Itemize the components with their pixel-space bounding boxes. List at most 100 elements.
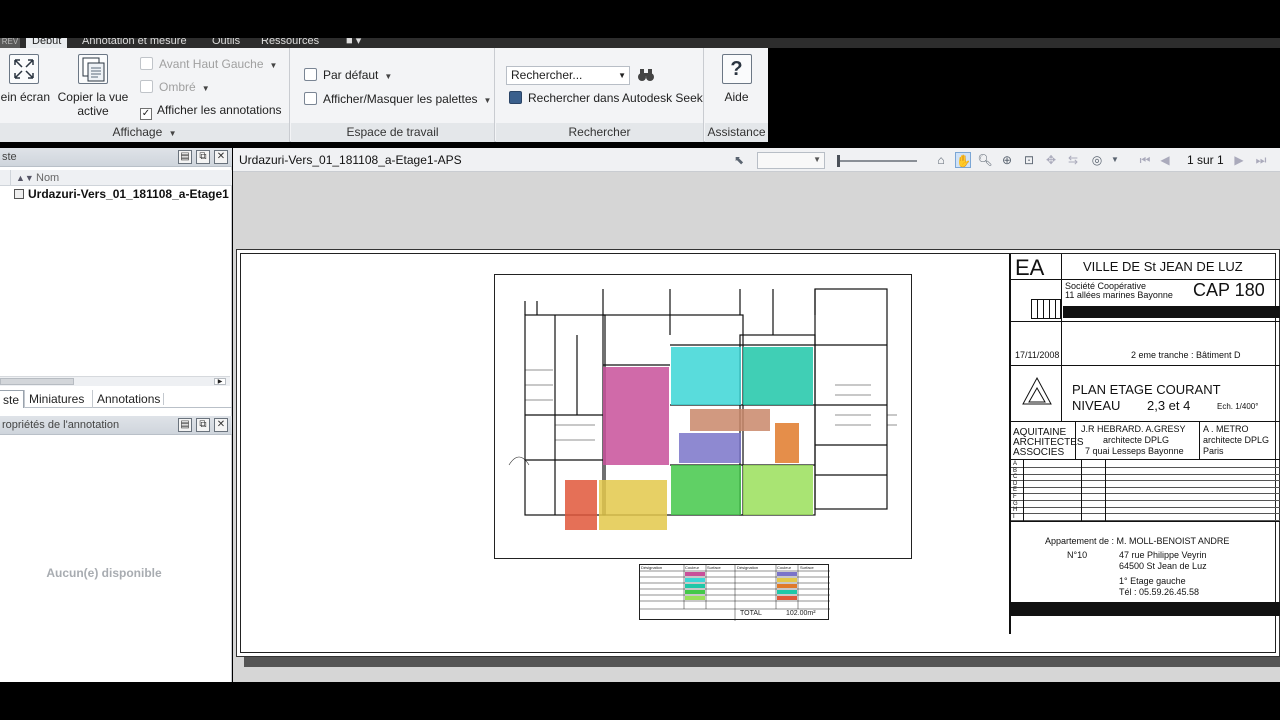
- tab-annotations[interactable]: Annotations: [92, 390, 164, 408]
- panel-float-icon[interactable]: ⧉: [196, 150, 210, 164]
- legend-h6: Surface: [800, 565, 814, 570]
- tab-ressources[interactable]: Ressources: [261, 38, 319, 48]
- appartement-text: Appartement de : M. MOLL-BENOIST ANDRE: [1045, 536, 1230, 546]
- hebrard-line1: J.R HEBRARD. A.GRESY: [1081, 424, 1186, 434]
- cap-text: CAP 180: [1193, 280, 1265, 300]
- floor-plan-drawing: [508, 288, 897, 530]
- afficher-masquer-label: Afficher/Masquer les palettes: [323, 92, 478, 106]
- legend-h2: Couleur: [685, 565, 700, 570]
- tab-liste[interactable]: ste: [0, 390, 25, 408]
- afficher-masquer-palettes-dropdown[interactable]: Afficher/Masquer les palettes ▼: [304, 90, 491, 108]
- afficher-annotations-label: Afficher les annotations: [157, 103, 282, 117]
- tab-debut[interactable]: Début: [26, 38, 68, 48]
- copier-label-2: active: [77, 104, 109, 118]
- quick-access-dropdown-icon[interactable]: ■ ▾: [346, 38, 361, 48]
- niveau-value: 2,3 et 4: [1147, 398, 1191, 413]
- room-ch3: [671, 465, 741, 515]
- hebrard-line2: architecte DPLG: [1103, 435, 1170, 445]
- adresse-line1: 47 rue Philippe Veyrin: [1119, 550, 1207, 560]
- panel-float-icon[interactable]: ⧉: [196, 418, 210, 432]
- slider-knob[interactable]: [837, 155, 840, 167]
- metro-line2: architecte DPLG: [1203, 435, 1270, 445]
- room-ch2: [743, 347, 813, 405]
- room-ch1: [671, 347, 741, 405]
- plan-text: PLAN ETAGE COURANT: [1072, 382, 1221, 397]
- next-page-icon[interactable]: ▶: [1231, 152, 1247, 168]
- sort-icon[interactable]: ▲▼: [16, 170, 34, 186]
- afficher-annotations-checkbox[interactable]: ✓ Afficher les annotations: [140, 101, 282, 120]
- ombre-dropdown[interactable]: Ombré ▼: [140, 78, 210, 96]
- adresse-line2: 64500 St Jean de Luz: [1119, 561, 1207, 571]
- legend-h3: Surface: [707, 565, 721, 570]
- panel-options-icon[interactable]: ▤: [178, 418, 192, 432]
- legend-h5: Couleur: [777, 565, 792, 570]
- previous-page-icon[interactable]: ◀: [1157, 152, 1173, 168]
- sheet-icon: [14, 189, 24, 199]
- app-window: REV Début Annotation et mesure Outils Re…: [0, 0, 1280, 720]
- zoom-combo[interactable]: ▼: [757, 152, 825, 169]
- annotation-properties-header: ropriétés de l'annotation ▤ ⧉ ✕: [0, 416, 232, 435]
- workspace-icon: [304, 68, 317, 81]
- date-text: 17/11/2008: [1015, 350, 1060, 360]
- zoom-icon[interactable]: 🔍︎: [977, 152, 993, 168]
- left-panel: ste ▤ ⧉ ✕: [0, 148, 232, 682]
- application-menu-button[interactable]: REV: [0, 38, 20, 48]
- binoculars-icon[interactable]: [637, 67, 655, 83]
- rechercher-combo-value: Rechercher...: [511, 68, 583, 82]
- palettes-icon: [304, 92, 317, 105]
- zoom-slider[interactable]: [837, 155, 917, 167]
- tel-text: Tél : 05.59.26.45.58: [1119, 587, 1200, 597]
- steering-wheel-icon[interactable]: ◎: [1089, 152, 1105, 168]
- ea-logo-text: EA: [1015, 255, 1045, 280]
- copier-vue-active-button[interactable]: Copier la vue active: [56, 54, 130, 118]
- last-page-icon[interactable]: ⏭: [1253, 152, 1269, 168]
- chevron-down-icon[interactable]: ▼: [1107, 152, 1123, 168]
- first-page-icon[interactable]: ⏮: [1137, 152, 1153, 168]
- echelle-text: Ech. 1/400°: [1217, 402, 1259, 411]
- home-icon[interactable]: ⌂: [933, 152, 949, 168]
- par-defaut-dropdown[interactable]: Par défaut ▼: [304, 66, 392, 84]
- tab-annotation-mesure[interactable]: Annotation et mesure: [82, 38, 187, 48]
- walk-icon[interactable]: ⇆: [1065, 152, 1081, 168]
- architect-logo-icon: [1022, 376, 1052, 405]
- rechercher-seek-button[interactable]: Rechercher dans Autodesk Seek: [509, 89, 703, 107]
- scroll-right-icon[interactable]: ▶: [214, 378, 226, 385]
- tab-miniatures[interactable]: Miniatures: [24, 390, 88, 408]
- close-icon[interactable]: ✕: [214, 150, 228, 164]
- group-title-affichage[interactable]: Affichage ▼: [0, 123, 289, 142]
- tree-item-sheet[interactable]: Urdazuri-Vers_01_181108_a-Etage1: [0, 186, 229, 202]
- room-cuisine: [599, 480, 667, 530]
- drawing-canvas[interactable]: Désignation Couleur Surface Désignation …: [233, 172, 1280, 682]
- fullscreen-icon: [9, 54, 39, 84]
- view-cube-icon: [140, 57, 153, 70]
- par-defaut-label: Par défaut: [323, 68, 379, 82]
- fit-window-icon[interactable]: ⊡: [1021, 152, 1037, 168]
- empty-properties-text: Aucun(e) disponible: [46, 566, 162, 580]
- horizontal-scrollbar[interactable]: ▶: [0, 376, 230, 386]
- annotation-properties-title: ropriétés de l'annotation: [2, 419, 120, 431]
- viewer-toolbar: Urdazuri-Vers_01_181108_a-Etage1-APS ⬉ ▼…: [233, 148, 1280, 172]
- rechercher-combo[interactable]: Rechercher... ▼: [506, 66, 630, 85]
- ombre-label: Ombré: [159, 80, 196, 94]
- aide-button[interactable]: ? Aide: [705, 54, 768, 104]
- room-degagement: [690, 409, 770, 431]
- scrollbar-thumb[interactable]: [0, 378, 74, 385]
- aquitaine-line3: ASSOCIES: [1013, 447, 1065, 458]
- room-ch4: [743, 465, 813, 515]
- copy-view-icon: [78, 54, 108, 84]
- plein-ecran-button[interactable]: lein écran: [0, 54, 54, 104]
- close-icon[interactable]: ✕: [214, 418, 228, 432]
- room-cellier: [565, 480, 597, 530]
- panel-options-icon[interactable]: ▤: [178, 150, 192, 164]
- pan-hand-icon[interactable]: ✋: [955, 152, 971, 168]
- select-cursor-icon[interactable]: ⬉: [731, 152, 747, 168]
- help-icon: ?: [721, 54, 752, 84]
- legend-total-label: TOTAL: [740, 610, 762, 617]
- zoom-window-icon[interactable]: ⊕: [999, 152, 1015, 168]
- legend-h4: Désignation: [737, 565, 759, 570]
- copier-label-1: Copier la vue: [57, 90, 129, 104]
- column-nom[interactable]: Nom: [36, 170, 59, 186]
- avant-haut-gauche-dropdown[interactable]: Avant Haut Gauche ▼: [140, 55, 277, 73]
- tab-outils[interactable]: Outils: [212, 38, 240, 48]
- orbit-icon[interactable]: ✥: [1043, 152, 1059, 168]
